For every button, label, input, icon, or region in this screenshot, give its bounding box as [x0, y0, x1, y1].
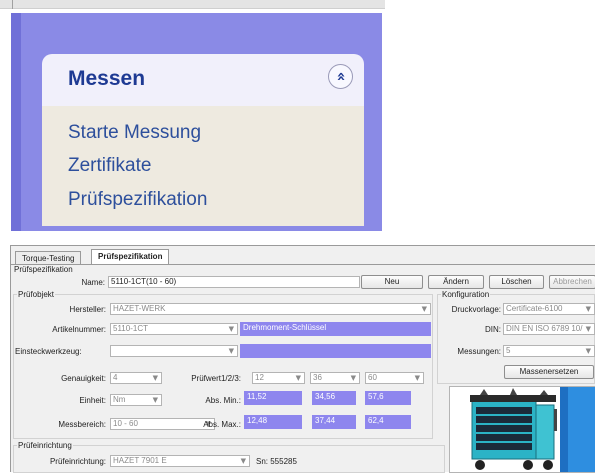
- collapse-icon[interactable]: »: [328, 64, 353, 89]
- druckvorlage-select[interactable]: Certificate-6100 ▼: [503, 303, 595, 315]
- einheit-select[interactable]: Nm ▼: [110, 394, 162, 406]
- einsteckwerkzeug-select[interactable]: ▼: [110, 345, 238, 357]
- top-toolbar-strip: [0, 0, 385, 9]
- link-starte-messung[interactable]: Starte Messung: [68, 122, 201, 144]
- link-pruefspezifikation[interactable]: Prüfspezifikation: [68, 189, 207, 211]
- abs-max-2: 37,44: [312, 415, 356, 429]
- genauigkeit-select[interactable]: 4 ▼: [110, 372, 162, 384]
- tab-pruefspezifikation[interactable]: Prüfspezifikation: [91, 249, 170, 265]
- pruefwert-label: Prüfwert1/2/3:: [191, 374, 241, 383]
- pruefwert3-select[interactable]: 60 ▼: [365, 372, 424, 384]
- din-value: DIN EN ISO 6789 10/: [506, 324, 583, 333]
- artikelnummer-select[interactable]: 5110-1CT ▼: [110, 323, 238, 335]
- chevron-down-icon: ▼: [585, 347, 591, 355]
- pruefwert1-select[interactable]: 12 ▼: [252, 372, 305, 384]
- tool-cart-icon: [470, 387, 595, 472]
- pruefeinrichtung-label: Prüfeinrichtung:: [49, 457, 106, 466]
- pruefwert2-select[interactable]: 36 ▼: [310, 372, 360, 384]
- genauigkeit-label: Genauigkeit:: [61, 374, 106, 383]
- abs-max-1: 12,48: [244, 415, 302, 429]
- chevron-down-icon: ▼: [414, 374, 420, 382]
- messungen-value: 5: [506, 346, 511, 355]
- artikel-description: Drehmoment-Schlüssel: [240, 322, 431, 336]
- hersteller-value: HAZET-WERK: [113, 304, 166, 313]
- abs-min-3: 57,6: [365, 391, 411, 405]
- abs-min-1: 11,52: [244, 391, 302, 405]
- aendern-button[interactable]: Ändern: [428, 275, 484, 289]
- druckvorlage-label: Druckvorlage:: [451, 305, 501, 314]
- druckvorlage-value: Certificate-6100: [506, 304, 563, 313]
- pruefeinrichtung-select[interactable]: HAZET 7901 E ▼: [110, 455, 250, 467]
- chevron-down-icon: ▼: [295, 374, 301, 382]
- section-title: Prüfspezifikation: [14, 265, 73, 274]
- pruefeinrichtung-title: Prüfeinrichtung: [17, 441, 73, 450]
- tab-divider: [11, 264, 595, 265]
- messen-panel-screenshot: Messen » Starte Messung Zertifikate Prüf…: [0, 0, 595, 235]
- name-input[interactable]: 5110-1CT(10 - 60): [108, 276, 360, 288]
- name-label: Name:: [81, 278, 105, 287]
- chevron-down-icon: ▼: [585, 305, 591, 313]
- serial-number: Sn: 555285: [256, 457, 297, 466]
- double-chevron-up-icon: »: [330, 71, 349, 82]
- chevron-down-icon: ▼: [152, 396, 158, 404]
- pruefwert2-value: 36: [313, 373, 322, 382]
- konfiguration-title: Konfiguration: [441, 290, 491, 299]
- pruefwert3-value: 60: [368, 373, 377, 382]
- artikelnummer-value: 5110-1CT: [113, 324, 148, 333]
- messungen-select[interactable]: 5 ▼: [503, 345, 595, 357]
- chevron-down-icon: ▼: [240, 457, 246, 465]
- abbrechen-button[interactable]: Abbrechen: [549, 275, 595, 289]
- einheit-value: Nm: [113, 395, 126, 404]
- hersteller-select[interactable]: HAZET-WERK ▼: [110, 303, 431, 315]
- pruefeinrichtung-value: HAZET 7901 E: [113, 456, 167, 465]
- pruefspezifikation-window: Torque-Testing Prüfspezifikation Prüfspe…: [10, 245, 595, 473]
- einsteckwerkzeug-description: [240, 344, 431, 358]
- tab-torque-testing[interactable]: Torque-Testing: [15, 251, 82, 265]
- din-label: DIN:: [485, 325, 501, 334]
- einsteckwerkzeug-label: Einsteckwerkzeug:: [15, 347, 82, 356]
- tool-cart-image: [449, 386, 595, 473]
- abs-max-3: 62,4: [365, 415, 411, 429]
- pruefobjekt-title: Prüfobjekt: [17, 290, 56, 299]
- messen-panel-title: Messen: [68, 67, 146, 90]
- din-select[interactable]: DIN EN ISO 6789 10/▼: [503, 323, 595, 335]
- chevron-down-icon: ▼: [350, 374, 356, 382]
- einheit-label: Einheit:: [79, 396, 106, 405]
- chevron-down-icon: ▼: [421, 305, 427, 313]
- sidebar-edge: [11, 13, 21, 231]
- abs-min-2: 34,56: [312, 391, 356, 405]
- neu-button[interactable]: Neu: [361, 275, 423, 289]
- messbereich-value: 10 - 60: [113, 419, 138, 428]
- massenersetzen-button[interactable]: Massenersetzen: [504, 365, 594, 379]
- chevron-down-icon: ▼: [585, 325, 591, 333]
- artikelnummer-label: Artikelnummer:: [52, 325, 106, 334]
- chevron-down-icon: ▼: [152, 374, 158, 382]
- loeschen-button[interactable]: Löschen: [489, 275, 544, 289]
- link-zertifikate[interactable]: Zertifikate: [68, 155, 151, 177]
- chevron-down-icon: ▼: [228, 325, 234, 333]
- abs-min-label: Abs. Min.:: [205, 396, 241, 405]
- messungen-label: Messungen:: [457, 347, 501, 356]
- hersteller-label: Hersteller:: [69, 305, 106, 314]
- messbereich-label: Messbereich:: [58, 420, 106, 429]
- chevron-down-icon: ▼: [228, 347, 234, 355]
- toolbar-divider: [12, 0, 13, 9]
- pruefwert1-value: 12: [255, 373, 264, 382]
- genauigkeit-value: 4: [113, 373, 118, 382]
- abs-max-label: Abs. Max.:: [203, 420, 241, 429]
